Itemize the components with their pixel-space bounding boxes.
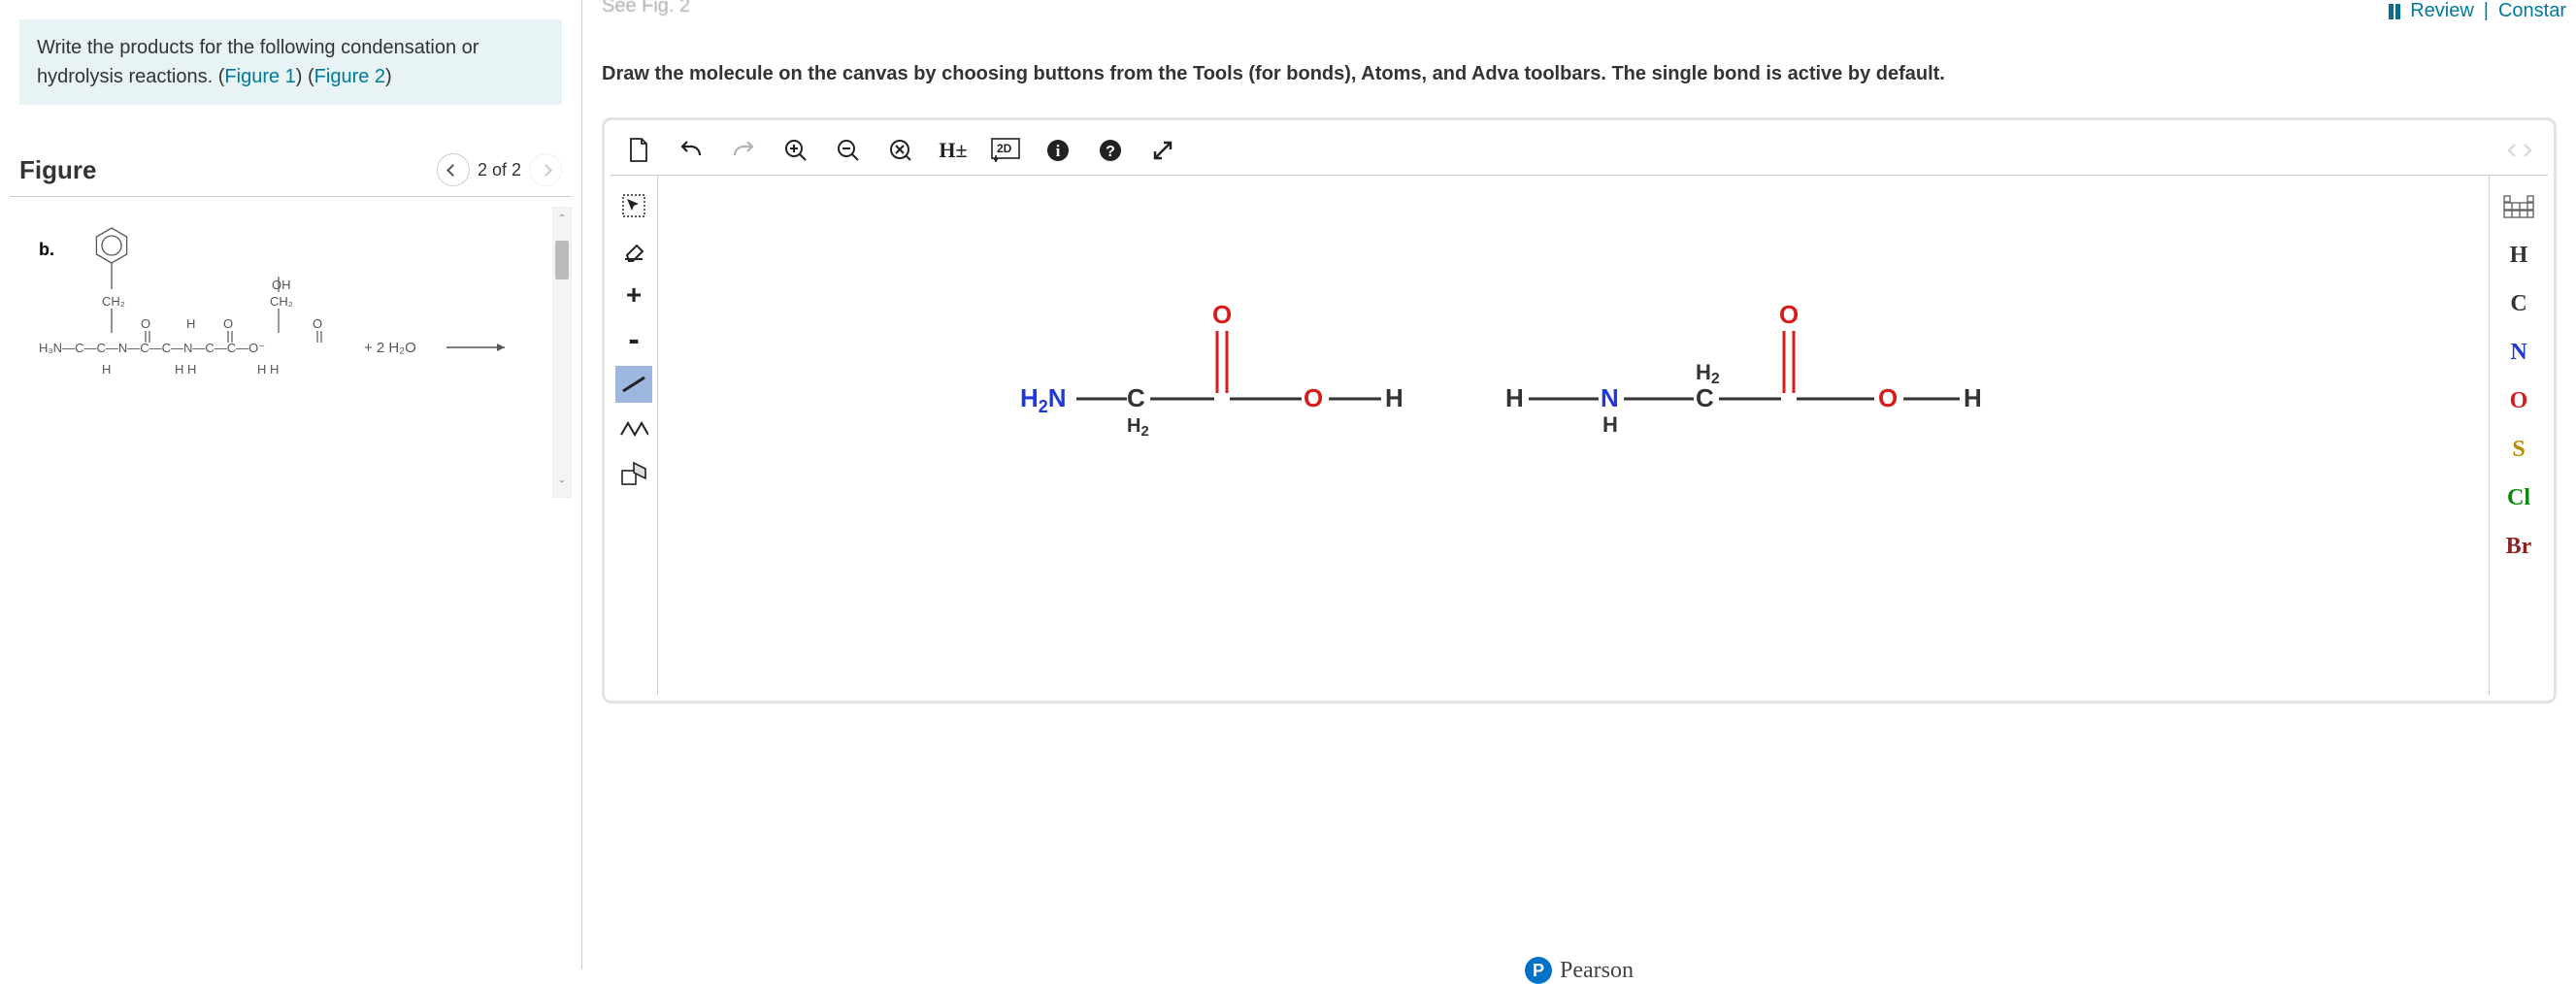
- svg-text:O: O: [141, 316, 150, 331]
- select-tool-icon[interactable]: [615, 187, 652, 224]
- charge-plus-button[interactable]: +: [615, 277, 652, 313]
- pager-prev[interactable]: [437, 153, 470, 186]
- svg-text:H2: H2: [1127, 415, 1149, 440]
- erase-icon[interactable]: [615, 232, 652, 269]
- instructions-text: Draw the molecule on the canvas by choos…: [602, 59, 2557, 88]
- info-icon[interactable]: i: [1043, 136, 1073, 165]
- atom-O[interactable]: O: [2495, 379, 2542, 422]
- svg-text:O: O: [1212, 300, 1232, 329]
- top-toolbar: H± 2D i ?: [611, 126, 2548, 176]
- svg-text:N: N: [1601, 383, 1619, 412]
- svg-text:C: C: [1127, 383, 1145, 412]
- figure-pager: 2 of 2: [437, 153, 562, 186]
- svg-text:H: H: [186, 316, 195, 331]
- svg-text:?: ?: [1106, 144, 1115, 160]
- left-toolbar: + -: [611, 176, 657, 695]
- periodic-table-icon[interactable]: [2495, 185, 2542, 228]
- svg-text:H: H: [102, 362, 111, 377]
- fullscreen-icon[interactable]: [1148, 136, 1177, 165]
- svg-text:2D: 2D: [997, 142, 1012, 155]
- question-prompt: Write the products for the following con…: [19, 19, 562, 105]
- drawing-canvas[interactable]: H2N C H2 O O H: [657, 176, 2490, 695]
- figure-image: b. CH₂ H₃N—C—C—N—C—C—N—C—C—O⁻ O O O: [10, 197, 552, 493]
- zoom-out-icon[interactable]: [834, 136, 863, 165]
- pearson-logo-icon: P: [1525, 957, 1552, 984]
- scroll-thumb[interactable]: [555, 241, 569, 279]
- right-panel: Review | Constar See Fig. 2 Draw the mol…: [582, 0, 2576, 969]
- atom-C[interactable]: C: [2495, 282, 2542, 325]
- new-doc-icon[interactable]: [624, 136, 653, 165]
- atom-Br[interactable]: Br: [2495, 525, 2542, 568]
- svg-text:+ 2 H₂O: + 2 H₂O: [364, 340, 416, 356]
- svg-text:H: H: [1964, 383, 1982, 412]
- svg-text:O: O: [313, 316, 322, 331]
- pearson-footer: P Pearson: [1525, 957, 1634, 984]
- redo-icon[interactable]: [729, 136, 758, 165]
- figure-header: Figure 2 of 2: [10, 153, 572, 197]
- atom-N[interactable]: N: [2495, 331, 2542, 374]
- zoom-in-icon[interactable]: [781, 136, 810, 165]
- undo-icon[interactable]: [677, 136, 706, 165]
- cut-off-heading: See Fig. 2: [602, 0, 2557, 17]
- delete-icon[interactable]: [886, 136, 915, 165]
- scroll-up-icon[interactable]: ˆ: [560, 208, 565, 231]
- left-panel: Write the products for the following con…: [0, 0, 582, 969]
- svg-text:H2N: H2N: [1020, 383, 1067, 416]
- svg-text:H₃N—C—C—N—C—C—N—C—C—O⁻: H₃N—C—C—N—C—C—N—C—C—O⁻: [39, 341, 265, 355]
- editor-frame: H± 2D i ?: [602, 117, 2557, 704]
- atom-Cl[interactable]: Cl: [2495, 476, 2542, 519]
- help-icon[interactable]: ?: [1096, 136, 1125, 165]
- figure-1-link[interactable]: Figure 1: [224, 66, 295, 87]
- svg-text:H: H: [1385, 383, 1404, 412]
- benzene-ring-icon: [96, 228, 126, 263]
- svg-text:O: O: [223, 316, 233, 331]
- pager-label: 2 of 2: [478, 160, 521, 180]
- pager-next[interactable]: [529, 153, 562, 186]
- svg-text:O: O: [1304, 383, 1323, 412]
- svg-text:i: i: [1056, 142, 1061, 160]
- label-b: b.: [39, 240, 54, 259]
- figure-2-link[interactable]: Figure 2: [314, 66, 385, 87]
- svg-text:CH₂: CH₂: [270, 294, 293, 309]
- svg-text:O: O: [1779, 300, 1799, 329]
- pearson-label: Pearson: [1560, 958, 1634, 984]
- svg-text:H: H: [1505, 383, 1524, 412]
- right-toolbar: H C N O S Cl Br: [2490, 176, 2548, 695]
- main-editor: + - H2: [611, 176, 2548, 695]
- svg-text:H H: H H: [257, 362, 279, 377]
- view-2d-icon[interactable]: 2D: [991, 136, 1020, 165]
- svg-text:H: H: [1602, 412, 1618, 437]
- figure-body: b. CH₂ H₃N—C—C—N—C—C—N—C—C—O⁻ O O O: [10, 197, 572, 498]
- scroll-down-icon[interactable]: ˇ: [560, 474, 565, 497]
- svg-text:O: O: [1878, 383, 1898, 412]
- nav-left-right-icon[interactable]: [2505, 136, 2534, 165]
- single-bond-icon[interactable]: [615, 366, 652, 403]
- chain-icon[interactable]: [615, 410, 652, 447]
- atom-S[interactable]: S: [2495, 428, 2542, 471]
- figure-title: Figure: [19, 155, 96, 185]
- svg-text:OH: OH: [272, 278, 291, 292]
- h-toggle-label[interactable]: H±: [939, 136, 968, 165]
- template-icon[interactable]: [615, 455, 652, 492]
- figure-scrollbar[interactable]: ˆ ˇ: [552, 207, 572, 498]
- atom-H[interactable]: H: [2495, 234, 2542, 277]
- svg-text:H H: H H: [175, 362, 196, 377]
- svg-text:C: C: [1696, 383, 1714, 412]
- svg-text:CH₂: CH₂: [102, 294, 125, 309]
- charge-minus-button[interactable]: -: [615, 321, 652, 358]
